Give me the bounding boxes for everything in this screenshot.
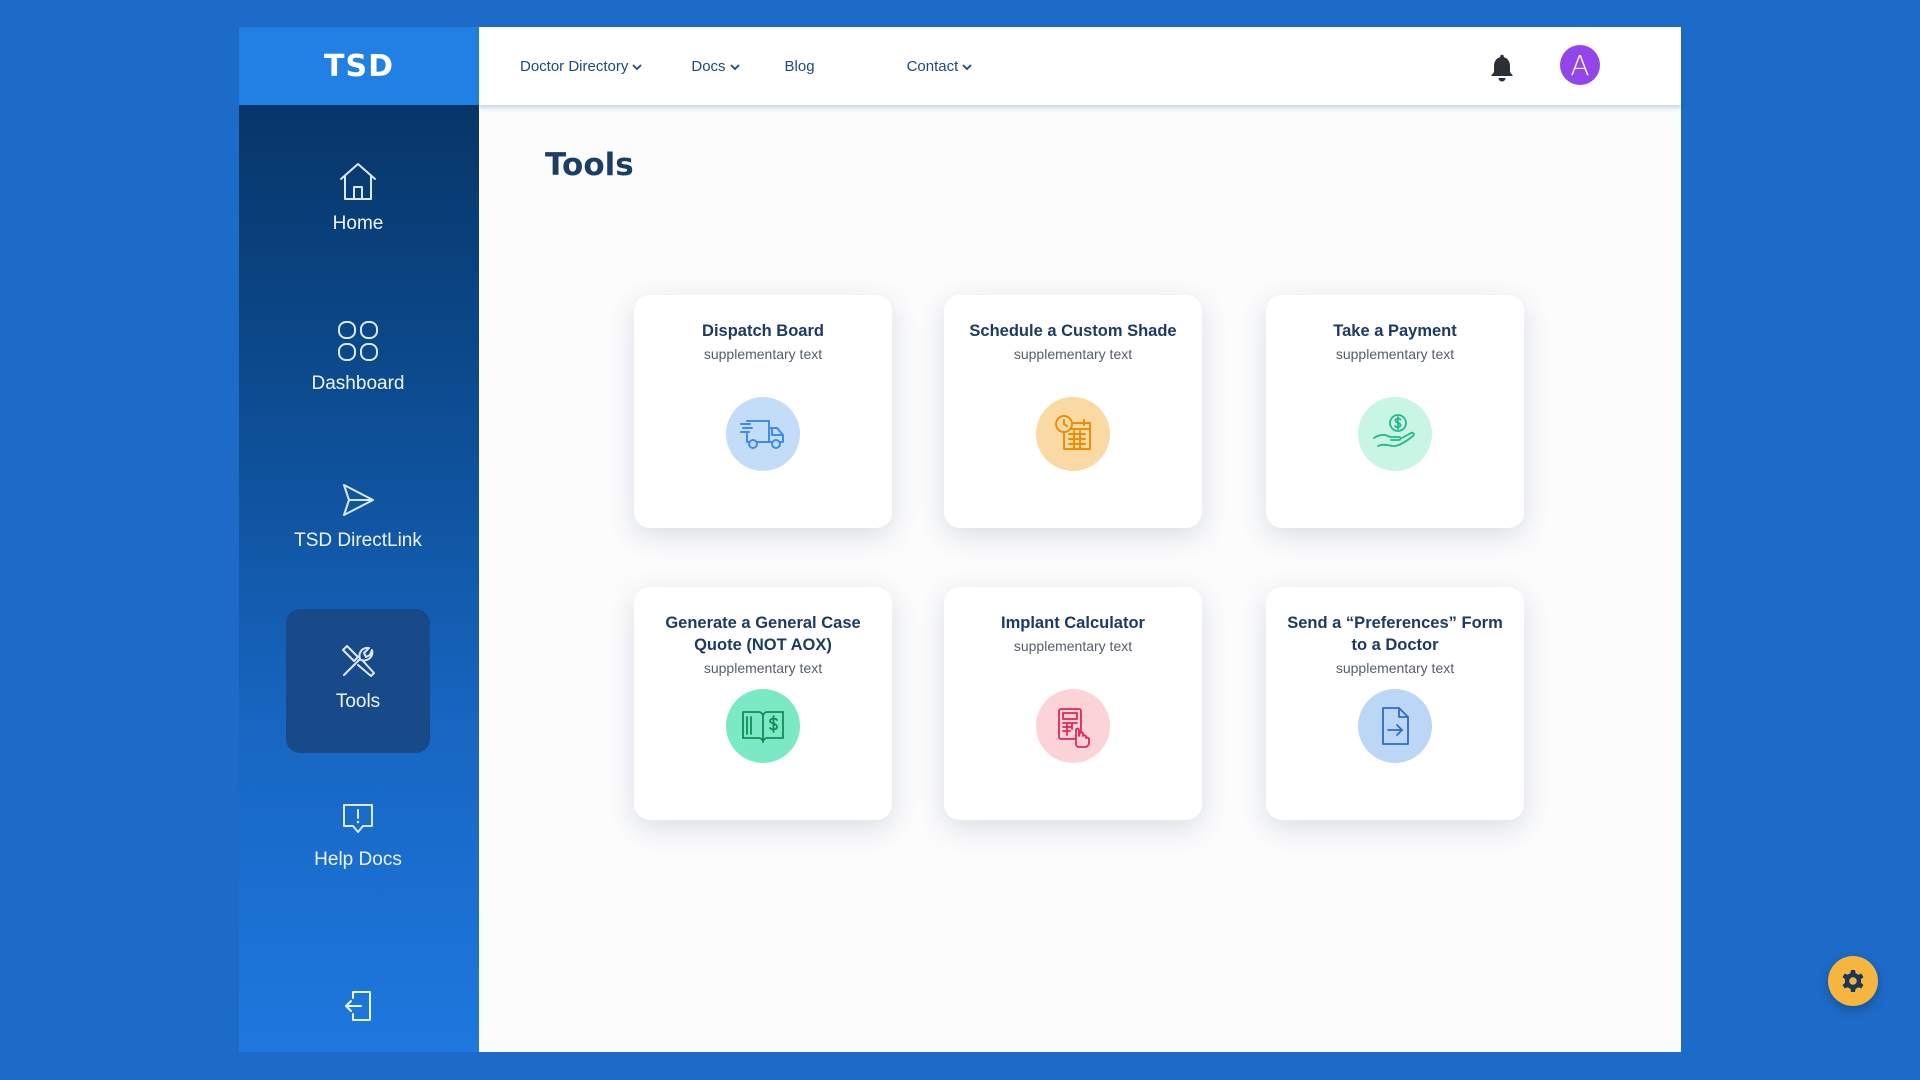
sidebar-item-directlink[interactable]: TSD DirectLink xyxy=(286,480,430,552)
card-subtitle: supplementary text xyxy=(703,660,823,676)
card-icon-circle xyxy=(1036,689,1110,763)
card-icon-circle xyxy=(1036,397,1110,471)
hand-coin-icon xyxy=(1373,414,1415,447)
card-title: Dispatch Board xyxy=(702,322,824,340)
card-icon-circle xyxy=(1358,689,1432,763)
menu-blog[interactable]: Blog xyxy=(785,58,815,75)
app-window: TSD Home Dashboard TSD DirectLink Tools … xyxy=(239,27,1878,1052)
calculator-icon xyxy=(1058,708,1090,748)
card-title: Implant Calculator xyxy=(1001,614,1145,632)
menu-label: Docs xyxy=(691,57,726,75)
grid-icon xyxy=(338,321,378,361)
sidebar-item-label: Home xyxy=(332,213,384,234)
avatar[interactable]: A xyxy=(1560,45,1600,85)
card-icon-circle xyxy=(726,397,800,471)
menu-label: Contact xyxy=(906,57,959,75)
sidebar-item-help-docs[interactable]: Help Docs xyxy=(286,799,430,871)
sidebar-item-tools[interactable]: Tools xyxy=(286,609,430,753)
tool-card-case-quote[interactable]: Generate a General Case Quote (NOT AOX) … xyxy=(634,587,892,820)
menu-doctor-directory[interactable]: Doctor Directory xyxy=(520,58,643,75)
sidebar-item-label: Tools xyxy=(335,691,381,712)
calendar-clock-icon xyxy=(1055,415,1091,450)
sidebar: TSD Home Dashboard TSD DirectLink Tools … xyxy=(239,27,479,1052)
tool-card-custom-shade[interactable]: Schedule a Custom Shade supplementary te… xyxy=(944,295,1202,528)
card-icon-circle xyxy=(1358,397,1432,471)
card-subtitle: supplementary text xyxy=(1013,346,1133,362)
logout-icon xyxy=(345,991,371,1021)
money-book-icon xyxy=(742,711,784,743)
chevron-down-icon xyxy=(962,63,972,70)
truck-icon xyxy=(740,420,784,449)
logo-bar: TSD xyxy=(239,27,479,105)
chevron-down-icon xyxy=(632,63,642,70)
card-icon-circle xyxy=(726,689,800,763)
card-subtitle: supplementary text xyxy=(1013,638,1133,654)
tool-card-implant-calculator[interactable]: Implant Calculator supplementary text xyxy=(944,587,1202,820)
top-navigation: Doctor Directory Docs Blog Contact A xyxy=(479,27,1681,105)
chevron-down-icon xyxy=(729,63,740,70)
bell-icon xyxy=(1491,54,1513,82)
menu-label: Doctor Directory xyxy=(520,57,629,75)
file-send-icon xyxy=(1382,707,1409,745)
card-subtitle: supplementary text xyxy=(703,346,823,362)
main-content: Doctor Directory Docs Blog Contact A Too… xyxy=(479,27,1878,1052)
menu-contact[interactable]: Contact xyxy=(907,58,974,75)
help-chat-icon xyxy=(343,804,373,833)
home-icon xyxy=(340,163,376,200)
notifications-button[interactable] xyxy=(1489,54,1515,87)
card-title: Take a Payment xyxy=(1333,322,1457,340)
card-title: Generate a General Case Quote (NOT AOX) xyxy=(665,614,861,654)
card-subtitle: supplementary text xyxy=(1335,660,1455,676)
menu-label: Blog xyxy=(784,57,815,75)
page-title: Tools xyxy=(545,147,634,183)
gear-icon xyxy=(1842,970,1864,992)
send-icon xyxy=(343,484,374,516)
logout-button[interactable] xyxy=(343,989,375,1028)
logo[interactable]: TSD xyxy=(324,49,394,84)
tool-card-dispatch-board[interactable]: Dispatch Board supplementary text xyxy=(634,295,892,528)
menu-docs[interactable]: Docs xyxy=(691,58,740,75)
tool-card-take-payment[interactable]: Take a Payment supplementary text xyxy=(1266,295,1524,528)
tools-icon xyxy=(342,645,375,677)
card-subtitle: supplementary text xyxy=(1335,346,1455,362)
sidebar-item-label: Dashboard xyxy=(311,373,405,394)
sidebar-item-dashboard[interactable]: Dashboard xyxy=(286,319,430,395)
sidebar-item-label: TSD DirectLink xyxy=(294,530,422,551)
sidebar-item-home[interactable]: Home xyxy=(286,159,430,235)
settings-button[interactable] xyxy=(1828,956,1878,1006)
sidebar-item-label: Help Docs xyxy=(314,849,402,870)
card-title: Schedule a Custom Shade xyxy=(969,322,1177,340)
card-title: Send a “Preferences” Form to a Doctor xyxy=(1287,614,1503,654)
tool-card-preferences-form[interactable]: Send a “Preferences” Form to a Doctor su… xyxy=(1266,587,1524,820)
